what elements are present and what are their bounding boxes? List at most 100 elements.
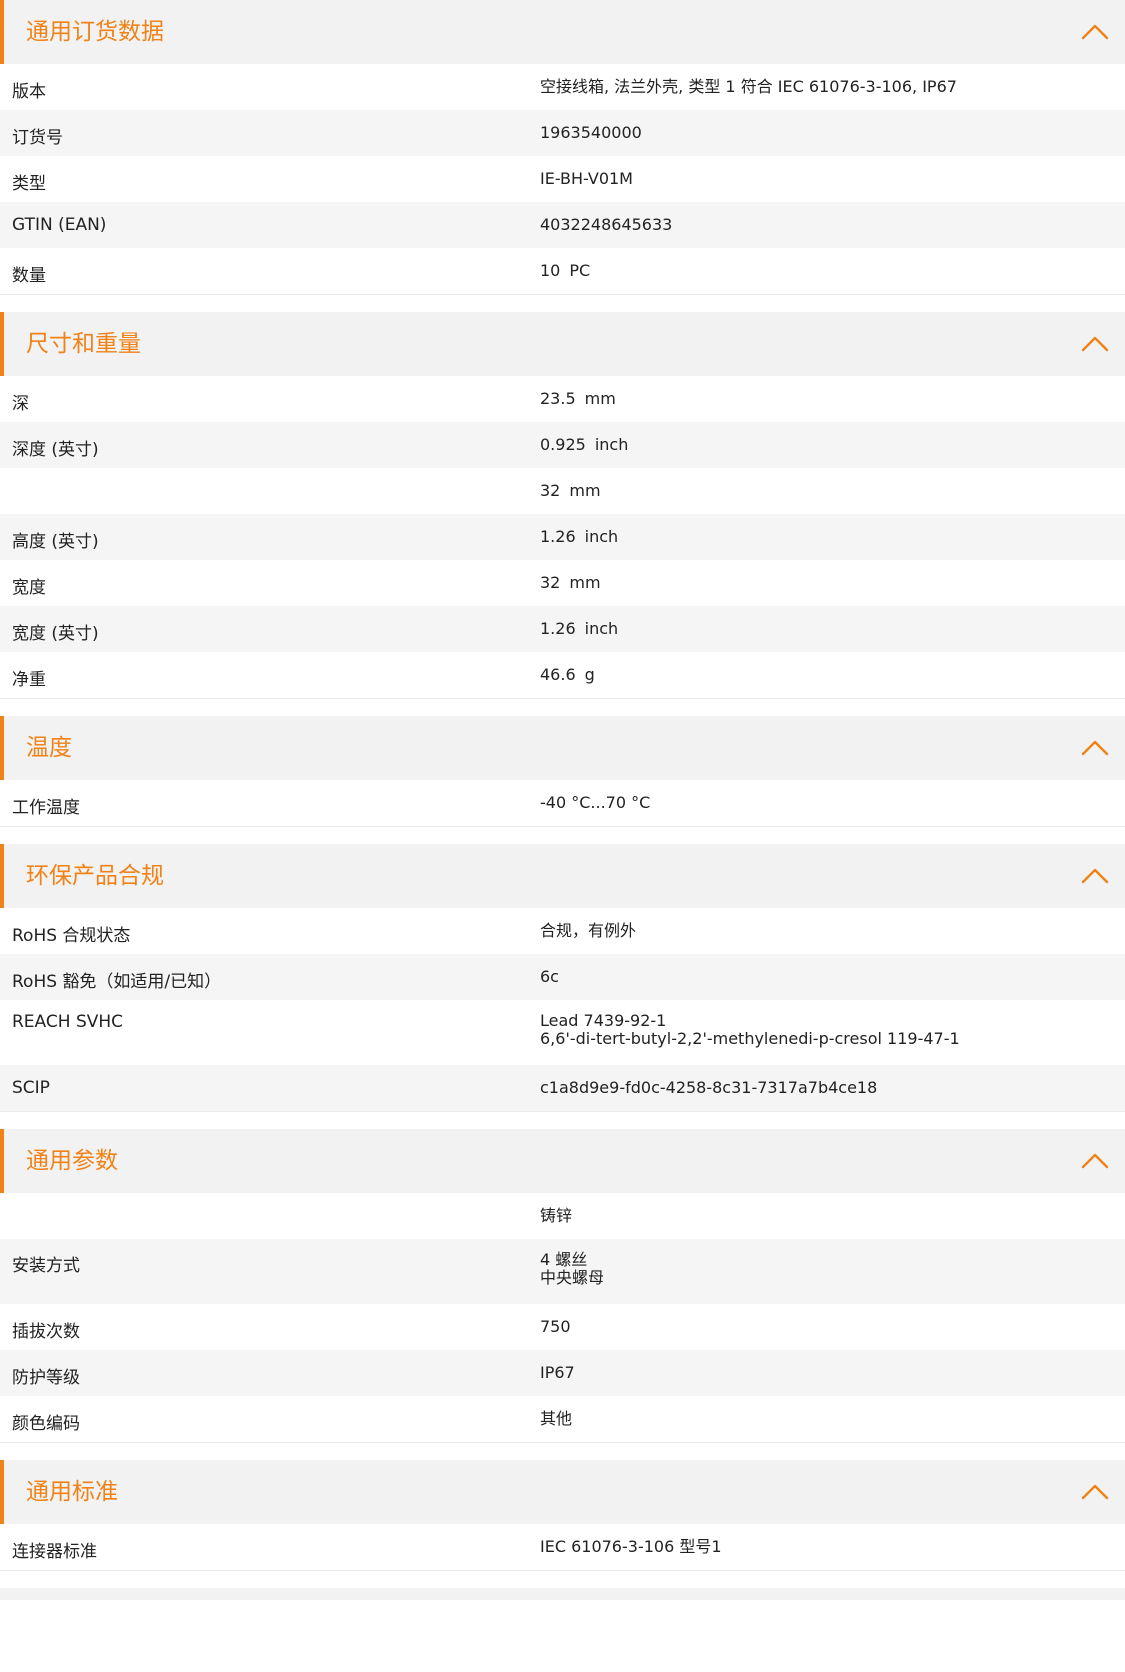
spec-label: 宽度 (英寸) <box>12 624 99 644</box>
spec-value: IE-BH-V01M <box>540 169 1125 189</box>
spec-row: 类型 IE-BH-V01M <box>0 156 1125 202</box>
section-header[interactable]: 通用标准 <box>0 1460 1125 1524</box>
chevron-up-icon <box>1081 868 1109 884</box>
spec-label: 宽度 <box>12 578 46 598</box>
spec-value-line: 1963540000 <box>540 123 642 142</box>
collapse-toggle-button[interactable] <box>1075 732 1115 764</box>
spec-value-unit: mm <box>569 481 601 500</box>
spec-label: 数量 <box>12 266 46 286</box>
section-general-parameters: 通用参数铸锌安装方式 4 螺丝 中央螺母插拔次数 750 防护等级 IP67 颜色编码 其他 <box>0 1129 1125 1443</box>
spec-value: 空接线箱, 法兰外壳, 类型 1 符合 IEC 61076-3-106, IP6… <box>540 77 1125 97</box>
spec-row: 工作温度 -40 °C...70 °C <box>0 780 1125 826</box>
spec-value: 6c <box>540 967 1125 987</box>
section-header[interactable]: 尺寸和重量 <box>0 312 1125 376</box>
collapse-toggle-button[interactable] <box>1075 328 1115 360</box>
spec-row: REACH SVHC Lead 7439-92-1 6,6'-di-tert-but… <box>0 1000 1125 1065</box>
spec-value-unit: inch <box>594 435 629 454</box>
spec-value-number: 32 <box>540 573 561 592</box>
chevron-up-icon <box>1081 1153 1109 1169</box>
collapse-toggle-button[interactable] <box>1075 1476 1115 1508</box>
spec-value-line: 铸锌 <box>540 1206 573 1225</box>
spec-label: 深度 (英寸) <box>12 440 99 460</box>
spec-value: 1.26 inch <box>540 619 1125 639</box>
spec-row: 插拔次数 750 <box>0 1304 1125 1350</box>
spec-value-unit: inch <box>584 619 619 638</box>
section-temperature: 温度工作温度 -40 °C...70 °C <box>0 716 1125 827</box>
spec-row: 深 23.5 mm <box>0 376 1125 422</box>
spec-row: 颜色编码 其他 <box>0 1396 1125 1442</box>
spec-value: 46.6 g <box>540 665 1125 685</box>
spec-value-line: -40 °C...70 °C <box>540 793 651 812</box>
spec-value-unit: mm <box>569 573 601 592</box>
section-title: 通用订货数据 <box>26 19 164 45</box>
spec-value-line: 6,6'-di-tert-butyl-2,2'-methylenedi-p-cr… <box>540 1029 960 1048</box>
spec-row: 连接器标准 IEC 61076-3-106 型号1 <box>0 1524 1125 1570</box>
spec-value-line: 4 螺丝 <box>540 1250 588 1269</box>
spec-value: 23.5 mm <box>540 389 1125 409</box>
spec-label: 版本 <box>12 82 46 102</box>
spec-value: IEC 61076-3-106 型号1 <box>540 1537 1125 1557</box>
spec-value-line: IEC 61076-3-106 型号1 <box>540 1537 722 1556</box>
spec-label: 净重 <box>12 670 46 690</box>
product-spec-page: 通用订货数据版本 空接线箱, 法兰外壳, 类型 1 符合 IEC 61076-3-… <box>0 0 1125 1600</box>
spec-label: 工作温度 <box>12 798 80 818</box>
spec-value-line: 空接线箱, 法兰外壳, 类型 1 符合 IEC 61076-3-106, IP6… <box>540 77 957 96</box>
spec-value: 其他 <box>540 1409 1125 1429</box>
spec-value-number: 1.26 <box>540 527 576 546</box>
spec-value: 32 mm <box>540 573 1125 593</box>
spec-value-line: Lead 7439-92-1 <box>540 1011 667 1030</box>
spec-value: 4032248645633 <box>540 215 1125 235</box>
spec-label: 安装方式 <box>12 1256 80 1276</box>
spec-row: 订货号 1963540000 <box>0 110 1125 156</box>
collapse-toggle-button[interactable] <box>1075 16 1115 48</box>
spec-label: 颜色编码 <box>12 1414 80 1434</box>
collapse-toggle-button[interactable] <box>1075 1145 1115 1177</box>
spec-value-number: 0.925 <box>540 435 586 454</box>
spec-value-line: 中央螺母 <box>540 1268 605 1287</box>
spec-value-line: 4032248645633 <box>540 215 673 234</box>
section-title: 温度 <box>26 735 72 761</box>
spec-label: 高度 (英寸) <box>12 532 99 552</box>
spec-row: 深度 (英寸) 0.925 inch <box>0 422 1125 468</box>
spec-row: 净重 46.6 g <box>0 652 1125 698</box>
section-header[interactable]: 温度 <box>0 716 1125 780</box>
section-title: 环保产品合规 <box>26 863 164 889</box>
spec-row: 版本 空接线箱, 法兰外壳, 类型 1 符合 IEC 61076-3-106, I… <box>0 64 1125 110</box>
spec-value-number: 10 <box>540 261 561 280</box>
spec-row: 32 mm <box>0 468 1125 514</box>
section-environmental-compliance: 环保产品合规 RoHS 合规状态 合规，有例外 RoHS 豁免（如适用/已知） 6c RE… <box>0 844 1125 1112</box>
spec-row: RoHS 合规状态 合规，有例外 <box>0 908 1125 954</box>
spec-label: 订货号 <box>12 128 63 148</box>
spec-row: 高度 (英寸) 1.26 inch <box>0 514 1125 560</box>
spec-value: 铸锌 <box>540 1206 1125 1226</box>
spec-value: 1963540000 <box>540 123 1125 143</box>
section-header[interactable]: 通用订货数据 <box>0 0 1125 64</box>
spec-value: 合规，有例外 <box>540 921 1125 941</box>
collapse-toggle-button[interactable] <box>1075 860 1115 892</box>
spec-row: 防护等级 IP67 <box>0 1350 1125 1396</box>
spec-value-unit: mm <box>584 389 616 408</box>
spec-label: GTIN (EAN) <box>12 215 107 235</box>
section-header[interactable]: 通用参数 <box>0 1129 1125 1193</box>
spec-value-line: 750 <box>540 1317 571 1336</box>
section-header[interactable]: 环保产品合规 <box>0 844 1125 908</box>
spec-label: 深 <box>12 394 29 414</box>
spec-label: 插拔次数 <box>12 1322 80 1342</box>
spec-value: 1.26 inch <box>540 527 1125 547</box>
spec-value-unit: PC <box>569 261 591 280</box>
spec-value-unit: g <box>584 665 595 684</box>
spec-row: 安装方式 4 螺丝 中央螺母 <box>0 1239 1125 1304</box>
spec-value-line: c1a8d9e9-fd0c-4258-8c31-7317a7b4ce18 <box>540 1078 878 1097</box>
chevron-up-icon <box>1081 1484 1109 1500</box>
spec-row: 铸锌 <box>0 1193 1125 1239</box>
spec-row: GTIN (EAN) 4032248645633 <box>0 202 1125 248</box>
spec-value-number: 23.5 <box>540 389 576 408</box>
spec-row: 宽度 (英寸) 1.26 inch <box>0 606 1125 652</box>
spec-value: 32 mm <box>540 481 1125 501</box>
spec-row: 数量 10 PC <box>0 248 1125 294</box>
chevron-up-icon <box>1081 24 1109 40</box>
spec-label: 连接器标准 <box>12 1542 97 1562</box>
spec-value-line: IE-BH-V01M <box>540 169 633 188</box>
section-title: 通用标准 <box>26 1479 118 1505</box>
next-section-header-partial <box>0 1588 1125 1600</box>
